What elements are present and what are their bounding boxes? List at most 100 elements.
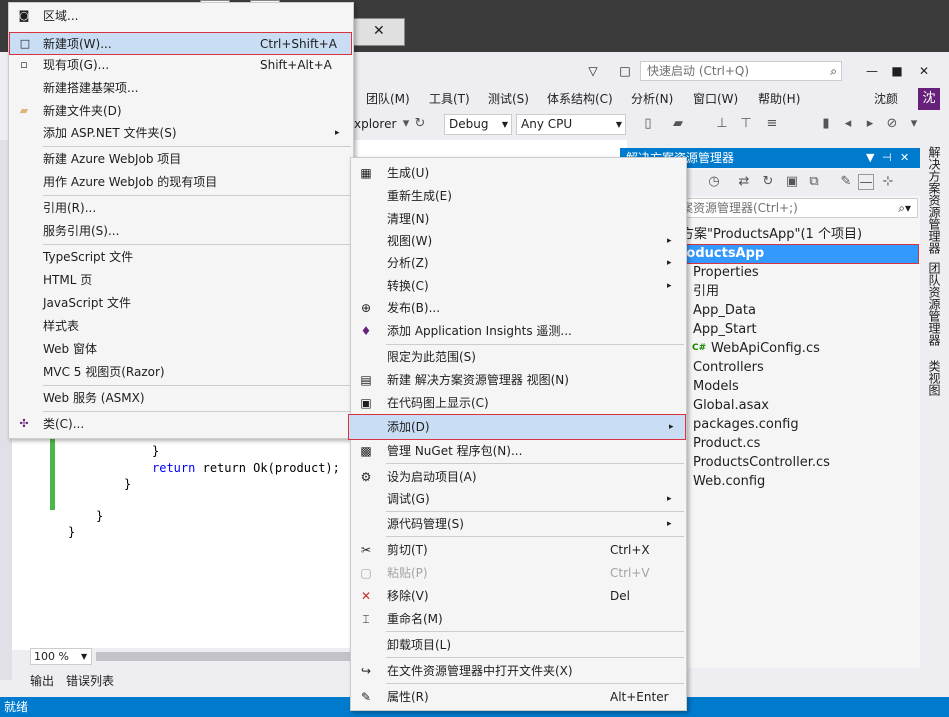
close-window-icon[interactable]: ✕ (911, 58, 937, 84)
ctx-show-on-code-map[interactable]: ▣ 在代码图上显示(C) (351, 392, 685, 414)
tree-item[interactable]: App_Data (693, 301, 756, 320)
tab-error-list[interactable]: 错误列表 (66, 672, 114, 689)
tree-item[interactable]: Models (693, 377, 739, 396)
menu-help[interactable]: 帮助(H) (758, 88, 800, 110)
tree-item[interactable]: App_Start (693, 320, 757, 339)
ctx-add-app-insights[interactable]: ♦ 添加 Application Insights 遥测... (351, 320, 685, 342)
add-scaffold-item[interactable]: 新建搭建基架项... (9, 77, 352, 100)
close-icon[interactable]: ✕ (900, 148, 909, 168)
side-tab-team-explorer[interactable]: 团队资源管理器 (922, 262, 941, 352)
ctx-cut[interactable]: ✂ 剪切(T) Ctrl+X (351, 539, 685, 561)
tree-item[interactable]: Properties (693, 263, 759, 282)
menu-architecture[interactable]: 体系结构(C) (547, 88, 613, 110)
ctx-manage-nuget[interactable]: ▩ 管理 NuGet 程序包(N)... (351, 440, 685, 462)
solution-node[interactable]: 方案"ProductsApp"(1 个项目) (681, 225, 862, 244)
add-javascript-file[interactable]: JavaScript 文件 (9, 292, 352, 315)
menu-analyze[interactable]: 分析(N) (631, 88, 673, 110)
tree-item[interactable]: Controllers (693, 358, 764, 377)
ctx-remove[interactable]: ✕ 移除(V) Del (351, 585, 685, 607)
ctx-publish[interactable]: ⊕ 发布(B)... (351, 297, 685, 319)
add-service-reference[interactable]: 服务引用(S)... (9, 220, 352, 243)
ctx-convert[interactable]: 转换(C) ▸ (351, 275, 685, 297)
add-existing-item[interactable]: ▫ 现有项(G)... Shift+Alt+A (9, 54, 352, 77)
ctx-view[interactable]: 视图(W) ▸ (351, 230, 685, 252)
maximize-icon[interactable]: ■ (884, 58, 910, 84)
feedback-icon[interactable]: □ (612, 58, 638, 84)
side-tab-solution-explorer[interactable]: 解决方案资源管理器 (922, 146, 941, 256)
ctx-build[interactable]: ▦ 生成(U) (351, 162, 685, 184)
refresh-icon[interactable]: ↻ (760, 174, 776, 190)
collapse-icon[interactable]: ▣ (784, 174, 800, 190)
folder-icon[interactable]: ▰ (670, 116, 686, 132)
align-icon[interactable]: ⊥ (714, 116, 730, 132)
format-icon[interactable]: ≡ (764, 116, 780, 132)
add-new-folder[interactable]: ▰ 新建文件夹(D) (9, 100, 352, 123)
ctx-debug[interactable]: 调试(G) ▸ (351, 488, 685, 510)
bookmark-prev-icon[interactable]: ◂ (840, 116, 856, 132)
close-icon[interactable]: ✕ (373, 23, 385, 39)
ctx-scope-to-this[interactable]: 限定为此范围(S) (351, 346, 685, 368)
wrench-icon[interactable]: ✎ (838, 174, 854, 190)
menu-window[interactable]: 窗口(W) (693, 88, 738, 110)
ctx-paste[interactable]: ▢ 粘贴(P) Ctrl+V (351, 562, 685, 584)
add-web-form[interactable]: Web 窗体 (9, 338, 352, 361)
quick-launch-input[interactable]: 快速启动 (Ctrl+Q) ⌕ (640, 61, 842, 81)
diagram-icon[interactable]: ⊹ (880, 174, 896, 190)
align-icon[interactable]: ⊤ (738, 116, 754, 132)
history-icon[interactable]: ◷ (706, 174, 722, 190)
preview-icon[interactable]: — (858, 174, 874, 190)
add-typescript-file[interactable]: TypeScript 文件 (9, 246, 352, 269)
bookmark-clear-icon[interactable]: ⊘ (884, 116, 900, 132)
tree-item[interactable]: Global.asax (693, 396, 769, 415)
tree-item[interactable]: ProductsController.cs (693, 453, 830, 472)
ctx-open-in-explorer[interactable]: ↪ 在文件资源管理器中打开文件夹(X) (351, 660, 685, 682)
minimize-icon[interactable]: — (859, 58, 885, 84)
ctx-add[interactable]: 添加(D) ▸ (348, 414, 686, 440)
add-azure-webjob[interactable]: 新建 Azure WebJob 项目 (9, 148, 352, 171)
tree-item[interactable]: packages.config (693, 415, 799, 434)
show-files-icon[interactable]: ⧉ (806, 174, 822, 190)
tree-item[interactable]: Web.config (693, 472, 765, 491)
ctx-source-control[interactable]: 源代码管理(S) ▸ (351, 513, 685, 535)
ctx-properties[interactable]: ✎ 属性(R) Alt+Enter (351, 686, 685, 708)
sync-icon[interactable]: ⇄ (736, 174, 752, 190)
ctx-rebuild[interactable]: 重新生成(E) (351, 185, 685, 207)
pin-icon[interactable]: ⊣ (882, 148, 892, 168)
ctx-unload-project[interactable]: 卸载项目(L) (351, 634, 685, 656)
side-tab-class-view[interactable]: 类视图 (922, 360, 941, 400)
add-reference[interactable]: 引用(R)... (9, 197, 352, 220)
tree-item[interactable]: WebApiConfig.cs (711, 339, 820, 358)
add-web-service[interactable]: Web 服务 (ASMX) (9, 387, 352, 410)
add-class[interactable]: ✣ 类(C)... (9, 413, 352, 436)
refresh-icon[interactable]: ↻ (412, 116, 428, 132)
ctx-new-solution-view[interactable]: ▤ 新建 解决方案资源管理器 视图(N) (351, 369, 685, 391)
add-aspnet-folder[interactable]: 添加 ASP.NET 文件夹(S) ▸ (9, 122, 352, 145)
chevron-down-icon[interactable]: ▼ (866, 148, 874, 168)
menu-tools[interactable]: 工具(T) (429, 88, 470, 110)
document-icon[interactable]: ▯ (640, 116, 656, 132)
ctx-analyze[interactable]: 分析(Z) ▸ (351, 252, 685, 274)
tree-item[interactable]: Product.cs (693, 434, 760, 453)
menu-test[interactable]: 测试(S) (488, 88, 529, 110)
platform-select[interactable]: Any CPU ▼ (516, 114, 626, 135)
filter-icon[interactable]: ▽ (580, 58, 606, 84)
toolbar-overflow-icon[interactable]: ▾ (906, 116, 922, 132)
tab-output[interactable]: 输出 (30, 672, 54, 689)
bookmark-icon[interactable]: ▮ (818, 116, 834, 132)
add-html-page[interactable]: HTML 页 (9, 269, 352, 292)
project-node[interactable]: roductsApp (680, 244, 764, 263)
user-name[interactable]: 沈颜 (874, 88, 898, 110)
add-mvc-view[interactable]: MVC 5 视图页(Razor) (9, 361, 352, 384)
config-select[interactable]: Debug ▼ (444, 114, 512, 135)
zoom-select[interactable]: 100 % ▼ (30, 648, 92, 665)
bookmark-next-icon[interactable]: ▸ (862, 116, 878, 132)
add-existing-webjob[interactable]: 用作 Azure WebJob 的现有项目 (9, 171, 352, 194)
browser-selector[interactable]: xplorer (354, 117, 396, 131)
ctx-rename[interactable]: ⌶ 重命名(M) (351, 608, 685, 630)
ctx-clean[interactable]: 清理(N) (351, 208, 685, 230)
ctx-set-startup[interactable]: ⚙ 设为启动项目(A) (351, 466, 685, 488)
add-stylesheet[interactable]: 样式表 (9, 315, 352, 338)
add-area[interactable]: ◙ 区域... (9, 5, 352, 28)
add-new-item[interactable]: □ 新建项(W)... Ctrl+Shift+A (9, 32, 352, 55)
tree-item[interactable]: 引用 (693, 282, 719, 301)
